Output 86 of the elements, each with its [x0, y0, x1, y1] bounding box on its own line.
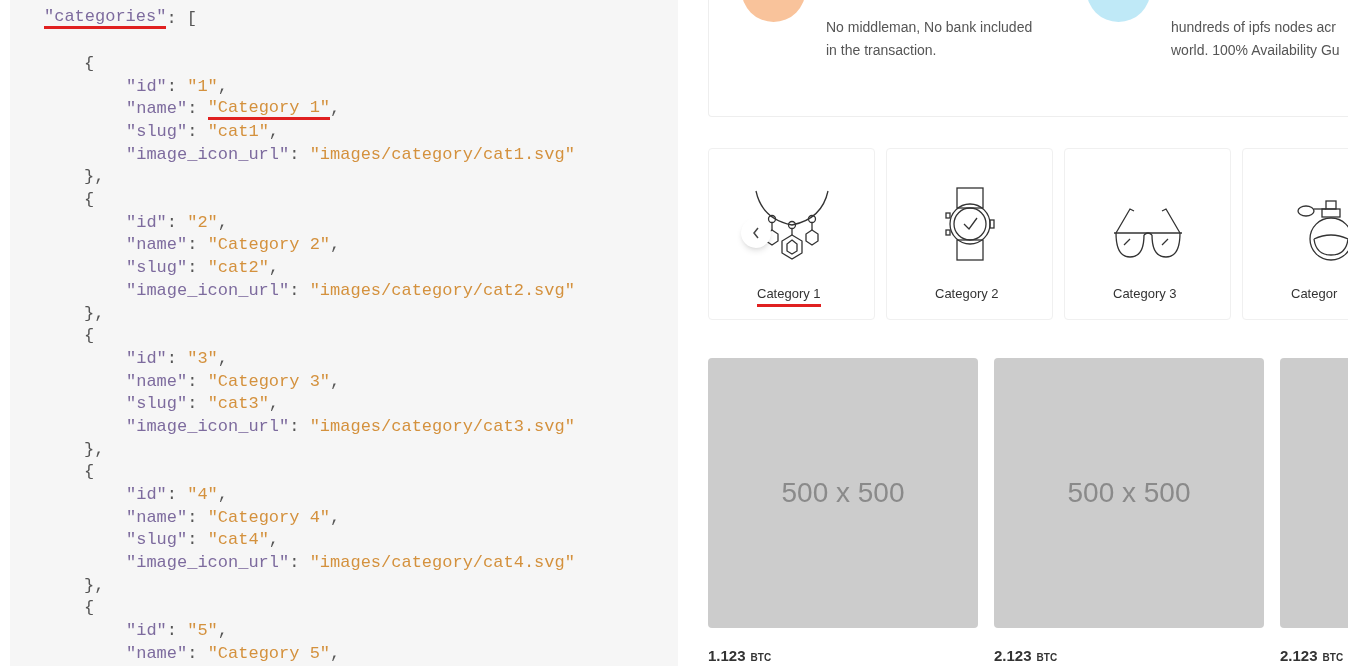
placeholder-text: 500 x 500: [1067, 476, 1191, 510]
code-punctuation: :: [187, 234, 199, 257]
currency-unit: BTC: [1322, 651, 1344, 665]
price: 2.123: [1280, 646, 1318, 666]
code-punctuation: :: [289, 279, 301, 302]
code-punctuation: :: [187, 370, 199, 393]
code-punctuation: },: [84, 574, 105, 597]
code-punctuation: ,: [330, 642, 341, 665]
watch-icon: [943, 187, 996, 261]
category-label: Category 3: [1113, 286, 1177, 303]
feature-text: hundreds of ipfs nodes acr: [1171, 18, 1337, 37]
code-punctuation: :: [187, 257, 199, 280]
code-string: "images/category/cat1.svg": [309, 143, 575, 166]
code-string: "Category 1": [207, 98, 331, 120]
code-string: "Category 2": [207, 234, 331, 257]
code-punctuation: {: [84, 461, 95, 484]
code-string: "3": [187, 347, 218, 370]
price: 2.123: [994, 646, 1032, 666]
currency-unit: BTC: [1036, 651, 1058, 665]
code-punctuation: {: [84, 189, 95, 212]
code-string: "4": [187, 484, 218, 507]
code-string: "cat1": [207, 121, 269, 144]
code-string: "1": [187, 75, 218, 98]
code-punctuation: ,: [217, 211, 229, 234]
code-punctuation: ,: [268, 393, 280, 416]
category-card[interactable]: Category 3: [1064, 148, 1231, 320]
code-punctuation: :: [166, 620, 178, 643]
price: 1.123: [708, 646, 746, 666]
code-punctuation: },: [84, 302, 105, 325]
category-card[interactable]: Categor: [1242, 148, 1348, 320]
code-punctuation: :: [166, 484, 178, 507]
code-punctuation: ,: [217, 484, 229, 507]
previous-button[interactable]: [741, 218, 771, 248]
code-string: "Category 5": [207, 642, 331, 665]
code-string: "cat2": [207, 257, 269, 280]
code-punctuation: ,: [268, 529, 280, 552]
code-punctuation: :: [187, 529, 199, 552]
code-string: "2": [187, 211, 218, 234]
code-punctuation: :: [166, 211, 178, 234]
code-punctuation: ,: [217, 620, 229, 643]
code-punctuation: :: [166, 75, 178, 98]
code-string: "images/category/cat3.svg": [309, 415, 575, 438]
code-string: "cat3": [207, 393, 269, 416]
code-string: "images/category/cat4.svg": [309, 552, 575, 575]
code-punctuation: {: [84, 597, 95, 620]
code-punctuation: :: [187, 506, 199, 529]
code-punctuation: :: [289, 415, 301, 438]
code-punctuation: {: [84, 52, 95, 75]
code-punctuation: ,: [217, 75, 229, 98]
category-card[interactable]: Category 2: [886, 148, 1053, 320]
code-punctuation: ,: [217, 347, 229, 370]
code-key: "image_icon_url": [126, 550, 290, 576]
feature-text: world. 100% Availability Gu: [1171, 41, 1340, 60]
code-punctuation: },: [84, 166, 105, 189]
code-string: "images/category/cat2.svg": [309, 279, 575, 302]
perfume-bottle-icon: [1295, 197, 1348, 261]
code-string: "5": [187, 620, 218, 643]
code-punctuation: ,: [268, 121, 280, 144]
code-punctuation: :: [187, 642, 199, 665]
category-label: Category 1: [757, 286, 821, 307]
code-string: "Category 3": [207, 370, 331, 393]
necklace-icon: [753, 189, 830, 261]
code-punctuation: },: [84, 438, 105, 461]
code-key: "categories": [44, 7, 167, 29]
feature-text: in the transaction.: [826, 41, 938, 60]
code-punctuation: :: [289, 552, 301, 575]
code-punctuation: ,: [330, 98, 341, 121]
code-punctuation: :: [187, 393, 199, 416]
code-punctuation: ,: [268, 257, 280, 280]
category-label: Category 2: [935, 286, 999, 303]
code-punctuation: :: [187, 121, 199, 144]
chevron-left-icon: [752, 227, 760, 239]
code-punctuation: : [: [166, 7, 198, 30]
feature-text: No middleman, No bank included: [826, 18, 1033, 37]
code-punctuation: :: [166, 347, 178, 370]
currency-unit: BTC: [750, 651, 772, 665]
category-label: Categor: [1291, 286, 1338, 303]
code-punctuation: :: [289, 143, 301, 166]
code-punctuation: :: [187, 98, 199, 121]
code-string: "Category 4": [207, 506, 331, 529]
code-string: "cat4": [207, 529, 269, 552]
code-punctuation: ,: [330, 370, 341, 393]
code-punctuation: ,: [330, 234, 341, 257]
placeholder-text: 500 x 500: [781, 476, 905, 510]
code-punctuation: ,: [330, 506, 341, 529]
code-punctuation: {: [84, 325, 95, 348]
